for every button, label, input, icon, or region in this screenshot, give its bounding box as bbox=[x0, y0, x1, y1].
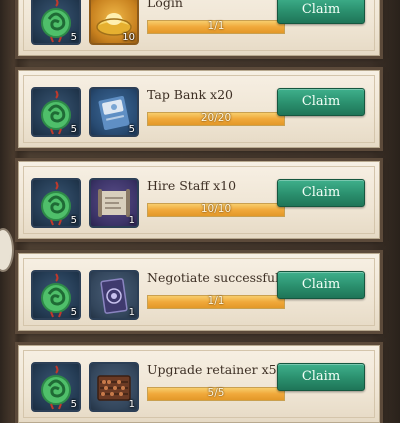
claim-button[interactable]: Claim bbox=[277, 271, 365, 299]
reward-count: 1 bbox=[128, 307, 135, 318]
progress-text: 20/20 bbox=[200, 112, 232, 124]
progress-bar: 5/5 bbox=[147, 387, 285, 401]
jade-reward-slot[interactable]: 5 bbox=[31, 178, 81, 228]
progress-bar: 1/1 bbox=[147, 20, 285, 34]
progress-bar: 20/20 bbox=[147, 112, 285, 126]
reward-item-slot[interactable]: 10 bbox=[89, 0, 139, 45]
progress-text: 5/5 bbox=[207, 387, 225, 399]
claim-button[interactable]: Claim bbox=[277, 88, 365, 116]
quest-row: 5 10 Login 1/1 Claim bbox=[18, 0, 380, 56]
task-label: Upgrade retainer x5 bbox=[147, 362, 277, 377]
reward-count: 5 bbox=[128, 124, 135, 135]
jade-count: 5 bbox=[70, 32, 77, 43]
task-label: Tap Bank x20 bbox=[147, 87, 233, 102]
task-label: Hire Staff x10 bbox=[147, 178, 237, 193]
quest-row: 5 1 Hire Staff x10 10/10 Claim bbox=[18, 161, 380, 239]
progress-bar: 10/10 bbox=[147, 203, 285, 217]
jade-reward-slot[interactable]: 5 bbox=[31, 87, 81, 137]
task-label: Login bbox=[147, 0, 183, 10]
claim-button[interactable]: Claim bbox=[277, 179, 365, 207]
quest-row: 5 5 Tap Bank x20 20/20 Claim bbox=[18, 70, 380, 148]
quest-row: 5 1 Upgrade retainer x5 5/5 Claim bbox=[18, 345, 380, 423]
progress-text: 1/1 bbox=[207, 20, 225, 32]
reward-count: 1 bbox=[128, 215, 135, 226]
reward-item-slot[interactable]: 1 bbox=[89, 178, 139, 228]
jade-reward-slot[interactable]: 5 bbox=[31, 270, 81, 320]
claim-button[interactable]: Claim bbox=[277, 363, 365, 391]
claim-button[interactable]: Claim bbox=[277, 0, 365, 24]
jade-count: 5 bbox=[70, 307, 77, 318]
reward-count: 10 bbox=[122, 32, 135, 43]
progress-text: 1/1 bbox=[207, 295, 225, 307]
jade-count: 5 bbox=[70, 215, 77, 226]
quest-list[interactable]: 5 10 Login 1/1 Claim 5 5 Tap Bank x20 20… bbox=[0, 0, 400, 423]
reward-item-slot[interactable]: 1 bbox=[89, 270, 139, 320]
jade-reward-slot[interactable]: 5 bbox=[31, 0, 81, 45]
side-scroll-handle[interactable] bbox=[0, 228, 14, 272]
progress-text: 10/10 bbox=[200, 203, 232, 215]
progress-bar: 1/1 bbox=[147, 295, 285, 309]
reward-item-slot[interactable]: 5 bbox=[89, 87, 139, 137]
quest-row: 5 1 Negotiate successfully x1 1/1 Claim bbox=[18, 253, 380, 331]
jade-count: 5 bbox=[70, 124, 77, 135]
